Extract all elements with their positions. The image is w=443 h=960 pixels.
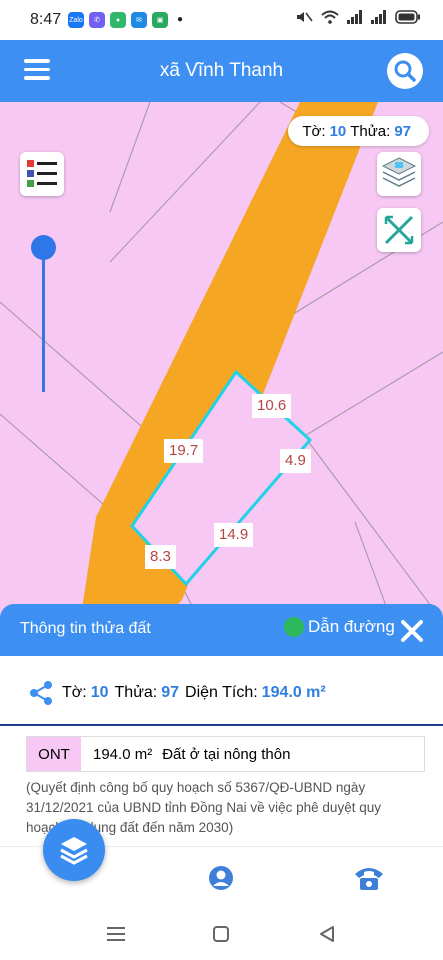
- parcel-summary: Tờ: 10 Thửa: 97 Diện Tích: 194.0 m²: [28, 680, 332, 706]
- wifi-icon: [321, 10, 339, 24]
- measure-button[interactable]: [377, 208, 421, 252]
- map-layers-button[interactable]: [377, 152, 421, 196]
- layers-fab-button[interactable]: [43, 819, 105, 881]
- status-bar: 8:47 Zalo ✆ ● ✉ ▣ ●: [0, 0, 443, 40]
- parcel-number: 97: [161, 684, 180, 701]
- more-dot-icon: ●: [177, 14, 184, 25]
- dimension-label: 14.9: [214, 523, 254, 547]
- page-title: xã Vĩnh Thanh: [159, 60, 284, 81]
- legend-button[interactable]: [20, 152, 64, 196]
- app-header: xã Vĩnh Thanh: [0, 40, 443, 102]
- app-icon: ▣: [152, 12, 168, 28]
- close-button[interactable]: [399, 618, 425, 644]
- land-use-row: ONT 194.0 m² Đất ở tại nông thôn: [26, 736, 425, 772]
- search-icon: [394, 60, 416, 82]
- mute-icon: [297, 12, 313, 22]
- close-icon: [401, 620, 423, 642]
- panel-title: Thông tin thửa đất: [20, 620, 151, 637]
- share-icon[interactable]: [28, 680, 54, 706]
- dimension-label: 10.6: [252, 394, 292, 418]
- land-use-area: 194.0 m²: [93, 745, 153, 763]
- system-navigation: [0, 908, 443, 960]
- directions-icon: [284, 617, 304, 637]
- signal-icon: [371, 10, 386, 24]
- parcel-number: 97: [394, 122, 411, 140]
- clock: 8:47: [30, 11, 62, 28]
- parcel-info-header: Thông tin thửa đất Dẫn đường: [0, 604, 443, 656]
- legend-icon: [27, 160, 57, 187]
- dimension-label: 8.3: [145, 545, 176, 569]
- ruler-icon: [384, 215, 414, 245]
- land-use-code: ONT: [27, 737, 81, 771]
- layers-3d-icon: [381, 157, 417, 187]
- map-view[interactable]: Tờ: 10 Thửa: 97 10.6 19.7 4.9 14.9 8.3: [0, 102, 443, 622]
- area-value: 194.0 m²: [261, 684, 326, 701]
- notification-icons: Zalo ✆ ● ✉ ▣ ●: [68, 12, 183, 28]
- sheet-parcel-chip: Tờ: 10 Thửa: 97: [288, 116, 429, 146]
- recents-icon[interactable]: [107, 926, 125, 942]
- dimension-label: 4.9: [280, 449, 311, 473]
- divider: [0, 724, 443, 726]
- messenger-icon: ✉: [131, 12, 147, 28]
- dimension-label: 19.7: [164, 439, 204, 463]
- viber-icon: ✆: [89, 12, 105, 28]
- layers-icon: [60, 837, 88, 865]
- signal-icon: [347, 10, 362, 24]
- home-icon[interactable]: [212, 925, 230, 943]
- opacity-slider-handle[interactable]: [31, 235, 56, 260]
- user-icon[interactable]: [207, 864, 235, 892]
- chat-icon: ●: [110, 12, 126, 28]
- opacity-slider-track[interactable]: [42, 247, 45, 392]
- sheet-number: 10: [90, 684, 109, 701]
- back-icon[interactable]: [318, 925, 336, 943]
- sheet-number: 10: [329, 122, 347, 140]
- battery-icon: [395, 10, 420, 24]
- parcel-info-panel: Tờ: 10 Thửa: 97 Diện Tích: 194.0 m² ONT …: [0, 656, 443, 846]
- phone-icon[interactable]: [353, 864, 385, 892]
- system-icons: [295, 10, 421, 24]
- land-use-description: Đất ở tại nông thôn: [162, 745, 291, 763]
- search-button[interactable]: [387, 53, 423, 89]
- directions-button[interactable]: Dẫn đường: [284, 617, 395, 637]
- zalo-icon: Zalo: [68, 12, 84, 28]
